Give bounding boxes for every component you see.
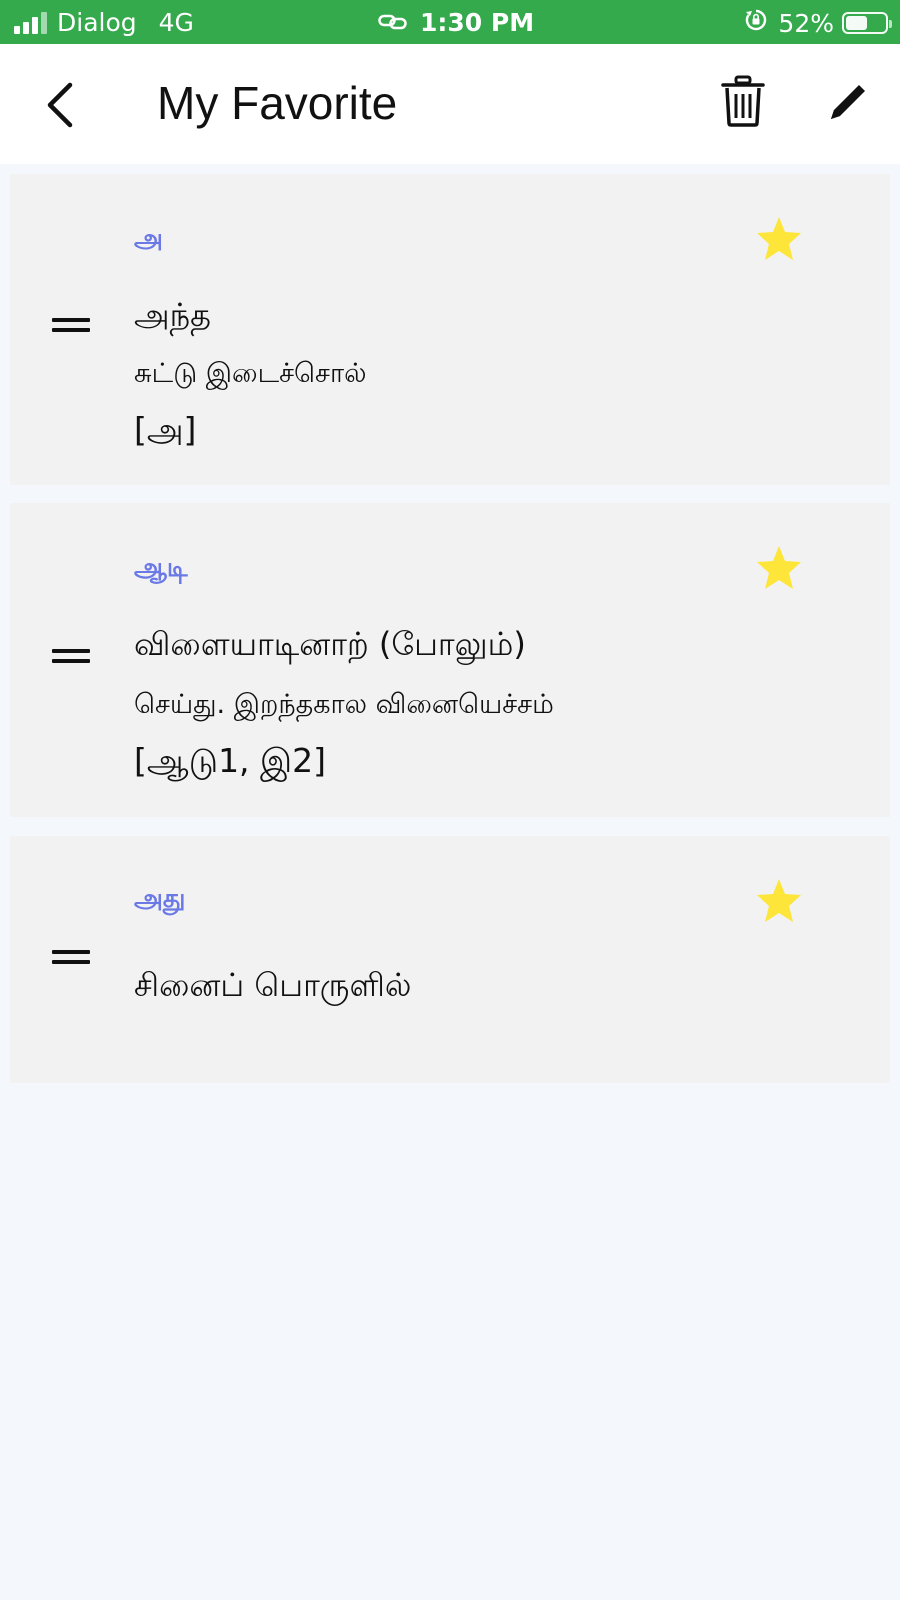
reference-text: [அ] bbox=[134, 410, 197, 449]
battery-percent: 52% bbox=[778, 8, 834, 38]
headword: அது bbox=[134, 884, 186, 914]
network-label: 4G bbox=[158, 8, 194, 37]
link-icon bbox=[378, 8, 408, 37]
battery-level bbox=[846, 16, 867, 30]
favorite-card[interactable]: ஆடி விளையாடினாற் (போலும்) செய்து. இறந்தக… bbox=[10, 503, 890, 817]
drag-handle-icon[interactable] bbox=[52, 950, 90, 968]
back-icon bbox=[47, 82, 73, 128]
status-left: Dialog 4G bbox=[14, 8, 194, 37]
app-header: My Favorite bbox=[0, 44, 900, 164]
headword: அ bbox=[134, 224, 163, 254]
favorite-card[interactable]: அது சினைப் பொருளில் bbox=[10, 836, 890, 1083]
status-center: 1:30 PM bbox=[378, 8, 534, 37]
favorite-card[interactable]: அ அந்த சுட்டு இடைச்சொல் [அ] bbox=[10, 174, 890, 485]
reference-text: [ஆடு1, இ2] bbox=[134, 741, 327, 780]
back-button[interactable] bbox=[40, 80, 84, 130]
clock-time: 1:30 PM bbox=[420, 8, 535, 37]
page-title: My Favorite bbox=[157, 77, 398, 129]
drag-handle-icon[interactable] bbox=[52, 318, 90, 336]
meaning-text: சினைப் பொருளில் bbox=[134, 966, 412, 1004]
status-right: 52% bbox=[744, 8, 892, 38]
star-icon[interactable] bbox=[755, 216, 803, 262]
description-text: செய்து. இறந்தகால வினையெச்சம் bbox=[134, 689, 554, 720]
delete-button[interactable] bbox=[720, 74, 766, 128]
description-text: சுட்டு இடைச்சொல் bbox=[134, 358, 367, 389]
battery-icon bbox=[842, 12, 892, 34]
status-bar: Dialog 4G 1:30 PM 52% bbox=[0, 0, 900, 44]
edit-button[interactable] bbox=[826, 80, 870, 124]
meaning-text: அந்த bbox=[134, 296, 211, 334]
rotation-lock-icon bbox=[744, 8, 768, 38]
signal-icon bbox=[14, 11, 47, 34]
star-icon[interactable] bbox=[755, 545, 803, 591]
trash-icon bbox=[721, 75, 765, 127]
edit-icon bbox=[831, 85, 865, 119]
meaning-text: விளையாடினாற் (போலும்) bbox=[134, 625, 526, 663]
drag-handle-icon[interactable] bbox=[52, 649, 90, 667]
headword: ஆடி bbox=[134, 553, 188, 583]
star-icon[interactable] bbox=[755, 878, 803, 924]
carrier-label: Dialog bbox=[57, 8, 137, 37]
